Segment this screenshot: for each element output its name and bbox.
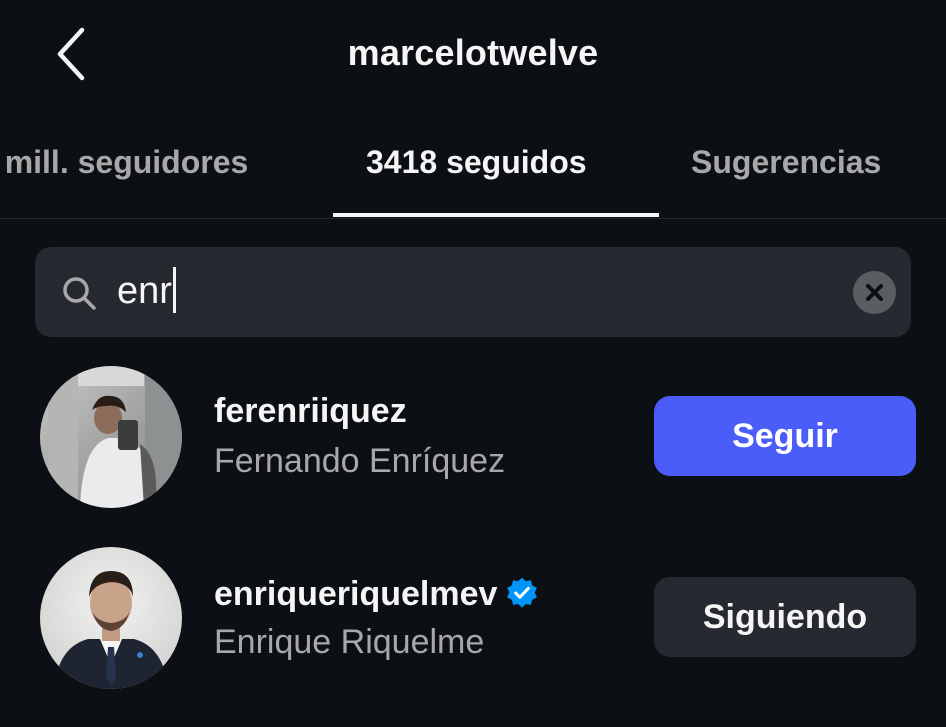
username-with-badge[interactable]: enriqueriquelmev xyxy=(214,575,539,614)
following-button[interactable]: Siguiendo xyxy=(654,577,916,657)
search-input[interactable]: enr xyxy=(117,261,176,321)
search-icon xyxy=(63,277,96,310)
avatar[interactable] xyxy=(40,366,182,508)
clear-search-button[interactable] xyxy=(853,271,896,314)
username[interactable]: enriqueriquelmev xyxy=(214,575,497,613)
full-name: Enrique Riquelme xyxy=(214,623,485,661)
top-bar: marcelotwelve xyxy=(0,0,946,110)
list-item[interactable]: enriqueriquelmev Enrique Riquelme Siguie… xyxy=(0,545,946,695)
close-icon xyxy=(866,284,883,301)
verified-badge-icon xyxy=(507,577,538,608)
active-tab-indicator xyxy=(333,213,659,217)
tab-suggestions[interactable]: Sugerencias xyxy=(691,144,881,181)
tab-followers[interactable]: 3 mill. seguidores xyxy=(0,144,248,181)
page-title: marcelotwelve xyxy=(347,32,599,73)
text-caret xyxy=(172,266,176,313)
tab-following[interactable]: 3418 seguidos xyxy=(366,144,587,181)
search-query: enr xyxy=(117,270,172,312)
full-name: Fernando Enríquez xyxy=(214,442,506,480)
tab-bar: 3 mill. seguidores 3418 seguidos Sugeren… xyxy=(0,128,946,219)
search-bar[interactable]: enr xyxy=(35,247,911,337)
avatar[interactable] xyxy=(40,547,182,689)
list-item[interactable]: ferenriiquez Fernando Enríquez Seguir xyxy=(0,362,946,512)
follow-button[interactable]: Seguir xyxy=(654,396,916,476)
username[interactable]: ferenriiquez xyxy=(214,392,407,431)
